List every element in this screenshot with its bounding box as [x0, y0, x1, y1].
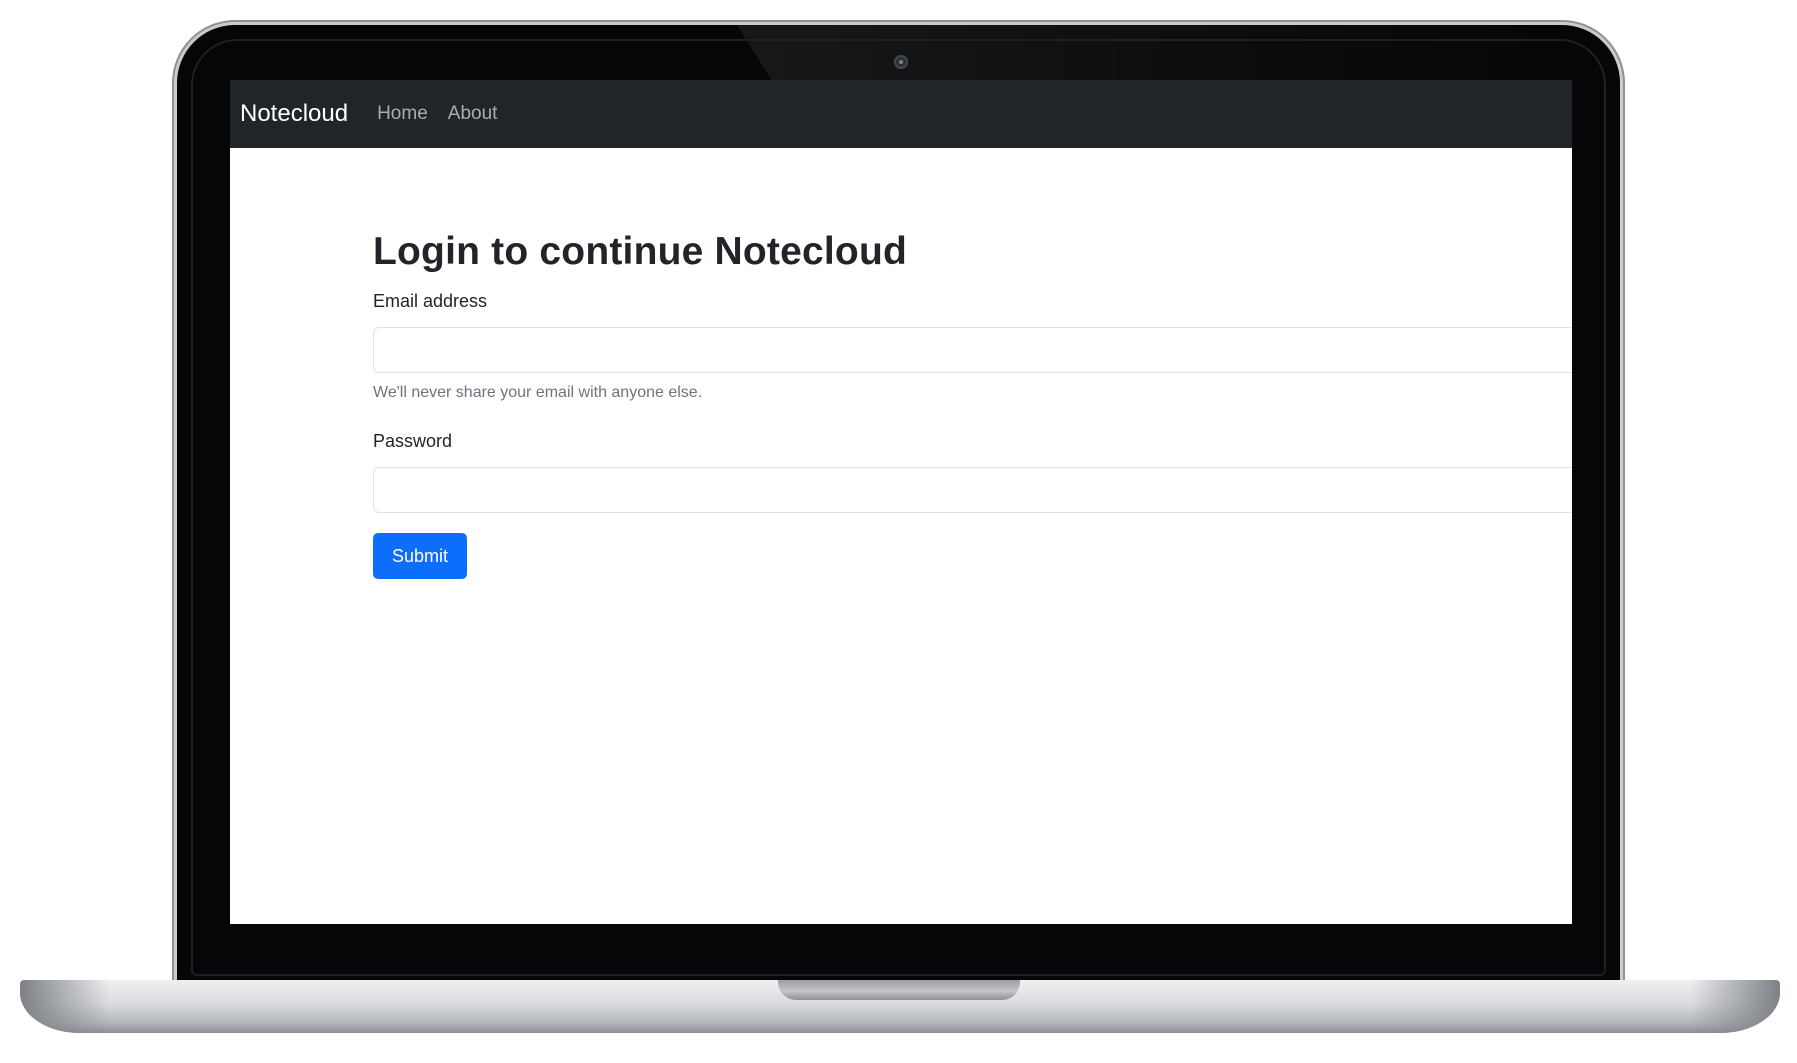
- brand-link[interactable]: Notecloud: [240, 100, 348, 128]
- laptop-screen: Notecloud Home About Login to continue N…: [230, 80, 1572, 924]
- nav-links: Home About: [377, 103, 517, 125]
- password-label: Password: [373, 431, 453, 451]
- laptop-base-edge-right: [1690, 980, 1780, 1033]
- webcam-icon: [894, 55, 908, 69]
- laptop-base-edge-left: [20, 980, 110, 1033]
- login-form-container: Login to continue Notecloud Email addres…: [373, 230, 1572, 579]
- nav-link-home[interactable]: Home: [377, 103, 428, 125]
- page-title: Login to continue Notecloud: [373, 230, 907, 273]
- nav-link-about[interactable]: About: [448, 103, 498, 125]
- password-input[interactable]: [373, 467, 1572, 513]
- submit-button[interactable]: Submit: [373, 533, 467, 579]
- email-help-text: We'll never share your email with anyone…: [373, 384, 703, 401]
- navbar: Notecloud Home About: [230, 80, 1572, 148]
- email-label: Email address: [373, 291, 488, 311]
- email-input[interactable]: [373, 327, 1572, 373]
- laptop-opening-notch: [778, 980, 1020, 1000]
